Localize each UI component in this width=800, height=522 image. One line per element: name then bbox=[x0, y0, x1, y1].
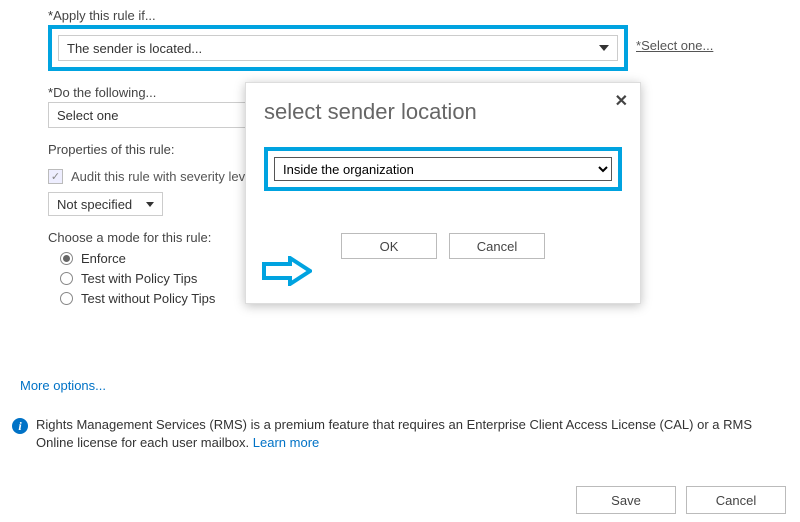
apply-if-highlight: The sender is located... bbox=[48, 25, 628, 71]
radio-icon bbox=[60, 272, 73, 285]
info-icon: i bbox=[12, 418, 28, 434]
modal-title: select sender location bbox=[264, 99, 622, 125]
mode-test-tips-label: Test with Policy Tips bbox=[81, 271, 197, 286]
more-options-link[interactable]: More options... bbox=[20, 378, 106, 393]
info-text: Rights Management Services (RMS) is a pr… bbox=[36, 417, 752, 450]
audit-label: Audit this rule with severity level: bbox=[71, 169, 259, 184]
modal-cancel-button[interactable]: Cancel bbox=[449, 233, 545, 259]
mode-enforce-label: Enforce bbox=[81, 251, 126, 266]
apply-if-label: Apply this rule if... bbox=[48, 8, 784, 23]
do-following-value: Select one bbox=[57, 108, 118, 123]
apply-if-dropdown[interactable]: The sender is located... bbox=[58, 35, 618, 61]
info-bar: i Rights Management Services (RMS) is a … bbox=[12, 416, 788, 451]
save-button[interactable]: Save bbox=[576, 486, 676, 514]
cancel-button[interactable]: Cancel bbox=[686, 486, 786, 514]
sender-location-select[interactable]: Inside the organization bbox=[274, 157, 612, 181]
severity-value: Not specified bbox=[57, 197, 132, 212]
info-text-container: Rights Management Services (RMS) is a pr… bbox=[36, 416, 788, 451]
modal-button-row: OK Cancel bbox=[264, 233, 622, 259]
arrow-annotation-icon bbox=[262, 256, 312, 286]
mode-test-no-tips-label: Test without Policy Tips bbox=[81, 291, 215, 306]
apply-if-value: The sender is located... bbox=[67, 41, 202, 56]
learn-more-link[interactable]: Learn more bbox=[253, 435, 319, 450]
chevron-down-icon bbox=[146, 202, 154, 207]
audit-checkbox[interactable]: ✓ bbox=[48, 169, 63, 184]
modal-select-highlight: Inside the organization bbox=[264, 147, 622, 191]
radio-icon bbox=[60, 252, 73, 265]
select-one-link[interactable]: Select one... bbox=[636, 38, 713, 53]
radio-icon bbox=[60, 292, 73, 305]
close-icon[interactable]: ✕ bbox=[615, 91, 628, 111]
severity-dropdown[interactable]: Not specified bbox=[48, 192, 163, 216]
ok-button[interactable]: OK bbox=[341, 233, 437, 259]
chevron-down-icon bbox=[599, 45, 609, 51]
bottom-bar: Save Cancel bbox=[576, 486, 786, 514]
